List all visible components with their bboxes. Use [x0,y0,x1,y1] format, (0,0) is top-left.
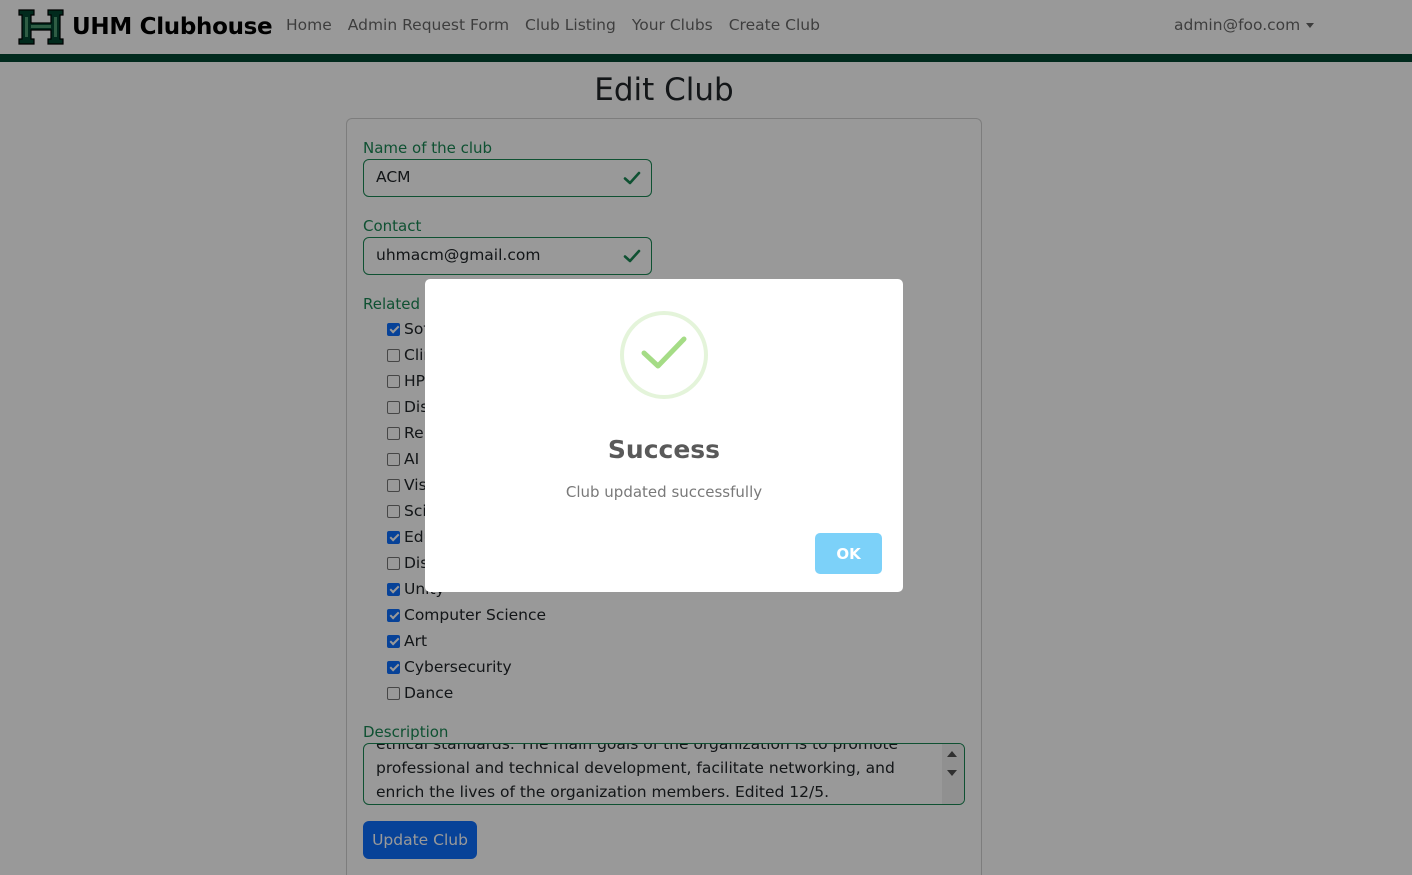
checkmark-icon [641,336,687,369]
dialog-message: Club updated successfully [565,483,763,501]
dialog-title: Success [607,435,721,464]
success-icon [620,311,708,399]
success-dialog: Success Club updated successfully OK [425,279,903,592]
ok-button[interactable]: OK [815,533,882,574]
